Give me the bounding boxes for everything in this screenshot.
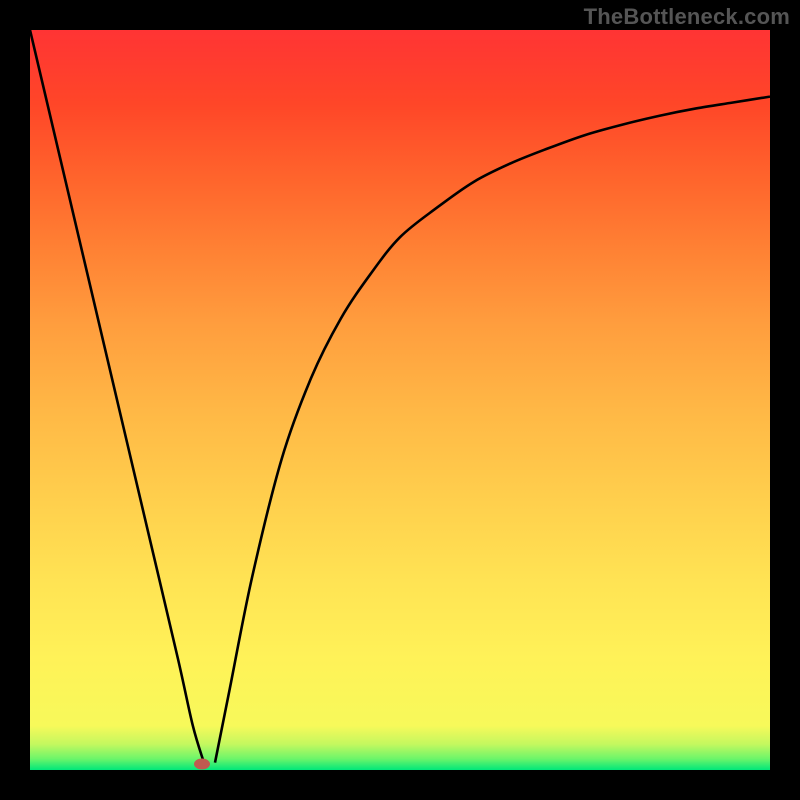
bottleneck-marker [194,759,210,770]
chart-curve-svg [30,30,770,770]
plot-area [30,30,770,770]
curve-right-branch [215,97,770,763]
watermark-text: TheBottleneck.com [584,4,790,30]
curve-left-branch [30,30,204,763]
chart-frame: TheBottleneck.com [0,0,800,800]
